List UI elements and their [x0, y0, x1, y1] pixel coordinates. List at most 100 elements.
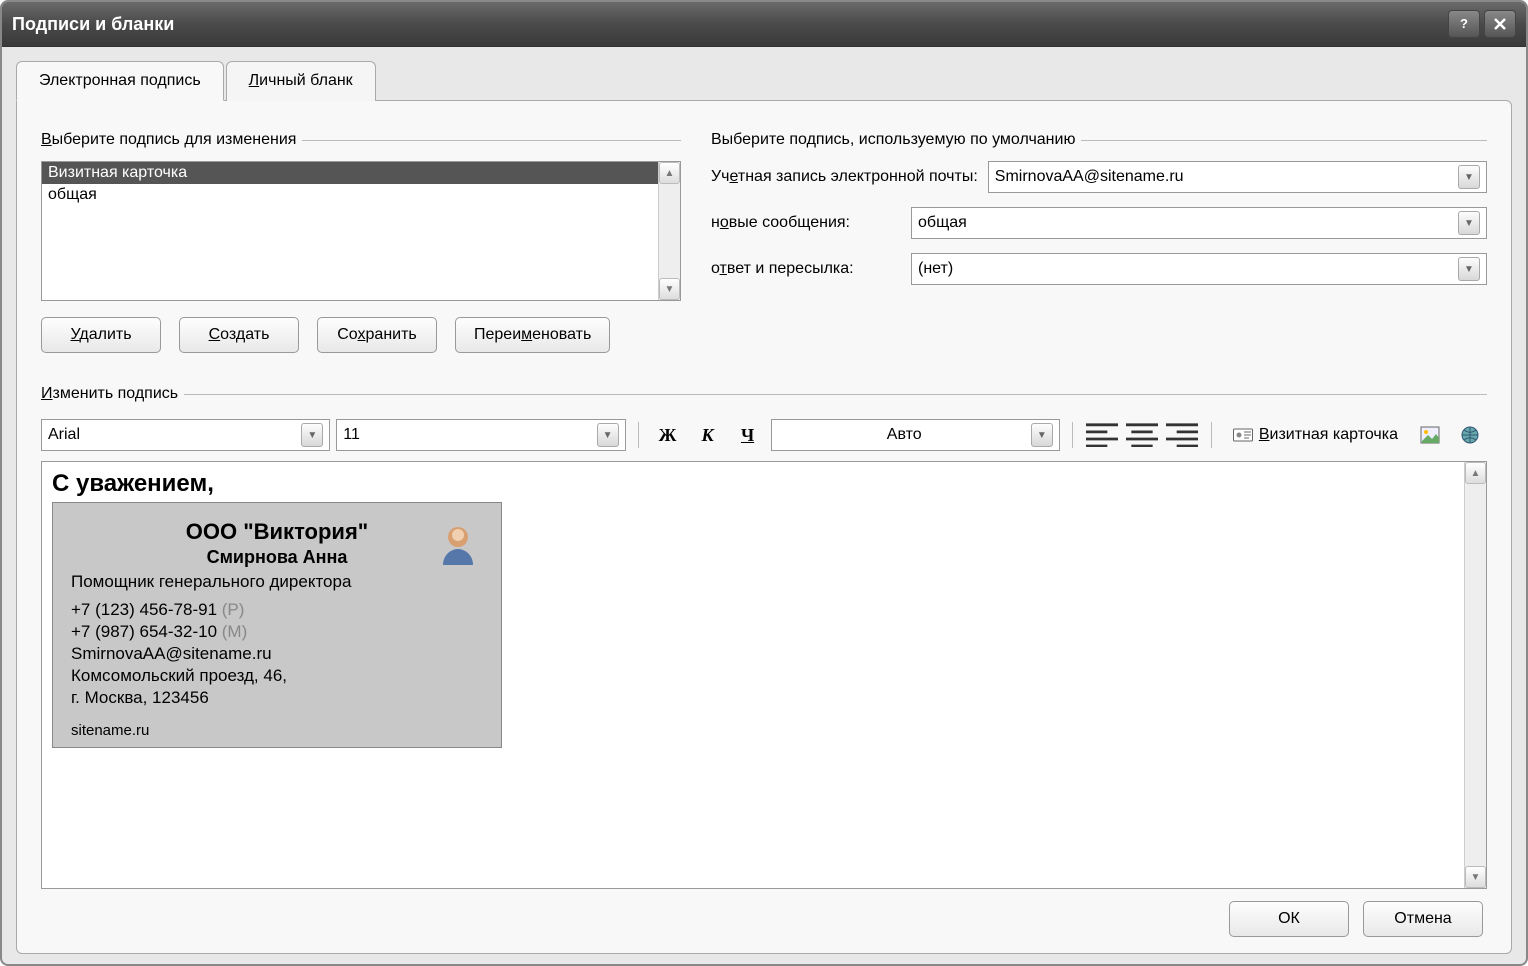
top-row: Выберите подпись для изменения Визитная …	[41, 121, 1487, 353]
picture-icon	[1420, 426, 1440, 444]
align-right-button[interactable]	[1165, 420, 1199, 450]
delete-button[interactable]: Удалить	[41, 317, 161, 353]
list-content: Визитная карточка общая	[42, 162, 658, 300]
window-title: Подписи и бланки	[12, 14, 174, 35]
scroll-track[interactable]	[1465, 484, 1486, 866]
create-button[interactable]: Создать	[179, 317, 299, 353]
card-person: Смирнова Анна	[71, 547, 483, 568]
cancel-button[interactable]: Отмена	[1363, 901, 1483, 937]
content: Электронная подпись Личный бланк Выберит…	[2, 47, 1526, 964]
list-item[interactable]: общая	[42, 184, 658, 206]
scroll-up-button[interactable]: ▲	[1465, 462, 1486, 484]
font-combo[interactable]: Arial ▼	[41, 419, 330, 451]
card-website: sitename.ru	[71, 722, 483, 739]
separator	[1072, 422, 1073, 448]
signature-select-group: Выберите подпись для изменения Визитная …	[41, 121, 681, 353]
card-email: SmirnovaAA@sitename.ru	[71, 644, 483, 664]
signature-buttons: Удалить Создать Сохранить Переименовать	[41, 317, 681, 353]
scroll-down-button[interactable]: ▼	[1465, 866, 1486, 888]
divider	[184, 394, 1487, 395]
edit-signature-group: Изменить подпись Arial ▼ 11 ▼ Ж К	[41, 375, 1487, 889]
card-phone-work: +7 (123) 456-78-91 (Р)	[71, 600, 483, 620]
help-button[interactable]: ?	[1448, 10, 1480, 38]
align-center-button[interactable]	[1125, 420, 1159, 450]
close-button[interactable]	[1484, 10, 1516, 38]
font-color-value: Авто	[778, 426, 1031, 444]
tab-signature-label: Электронная подпись	[39, 72, 201, 89]
card-company: ООО "Виктория"	[71, 519, 483, 545]
phone2-tag: (М)	[222, 622, 247, 641]
divider	[1081, 140, 1487, 141]
help-icon: ?	[1456, 16, 1472, 32]
default-signature-legend: Выберите подпись, используемую по умолча…	[711, 131, 1075, 149]
scroll-down-button[interactable]: ▼	[659, 278, 680, 300]
card-addr1: Комсомольский проезд, 46,	[71, 666, 483, 686]
insert-picture-button[interactable]	[1413, 420, 1447, 450]
business-card-button[interactable]: Визитная карточка	[1224, 420, 1407, 450]
font-size-combo[interactable]: 11 ▼	[336, 419, 625, 451]
account-value: SmirnovaAA@sitename.ru	[995, 168, 1458, 186]
tab-strip: Электронная подпись Личный бланк	[16, 61, 1512, 101]
align-left-icon	[1086, 423, 1118, 448]
chevron-down-icon: ▼	[1458, 257, 1480, 281]
tab-stationery-label: ичный бланк	[259, 72, 353, 89]
phone2: +7 (987) 654-32-10	[71, 622, 217, 641]
contact-icon	[435, 521, 481, 567]
chevron-down-icon: ▼	[597, 423, 619, 447]
format-toolbar: Arial ▼ 11 ▼ Ж К Ч Авто ▼	[41, 415, 1487, 461]
edit-signature-legend: Изменить подпись	[41, 385, 178, 403]
chevron-down-icon: ▼	[1031, 423, 1053, 447]
list-item[interactable]: Визитная карточка	[42, 162, 658, 184]
phone1: +7 (123) 456-78-91	[71, 600, 217, 619]
bold-button[interactable]: Ж	[651, 420, 685, 450]
scroll-up-button[interactable]: ▲	[659, 162, 680, 184]
ok-button[interactable]: ОК	[1229, 901, 1349, 937]
signature-listbox[interactable]: Визитная карточка общая ▲ ▼	[41, 161, 681, 301]
titlebar-buttons: ?	[1448, 10, 1516, 38]
default-signature-group: Выберите подпись, используемую по умолча…	[711, 121, 1487, 353]
align-left-button[interactable]	[1085, 420, 1119, 450]
font-value: Arial	[48, 426, 301, 444]
dialog-footer: ОК Отмена	[41, 889, 1487, 939]
insert-hyperlink-button[interactable]	[1453, 420, 1487, 450]
new-messages-combo[interactable]: общая ▼	[911, 207, 1487, 239]
business-card-label: Визитная карточка	[1259, 426, 1398, 444]
reply-forward-label: ответ и пересылка:	[711, 260, 901, 278]
reply-forward-value: (нет)	[918, 260, 1458, 278]
reply-forward-combo[interactable]: (нет) ▼	[911, 253, 1487, 285]
card-addr2: г. Москва, 123456	[71, 688, 483, 708]
chevron-down-icon: ▼	[1458, 211, 1480, 235]
business-card-preview: ООО "Виктория" Смирнова Анна Помощник ге…	[52, 502, 502, 748]
font-color-combo[interactable]: Авто ▼	[771, 419, 1060, 451]
editor-content: С уважением, ООО "Виктория" Смирнова Анн…	[42, 462, 1464, 888]
rename-button[interactable]: Переименовать	[455, 317, 610, 353]
font-size-value: 11	[343, 426, 596, 444]
dialog: Подписи и бланки ? Электронная подпись Л…	[0, 0, 1528, 966]
save-button[interactable]: Сохранить	[317, 317, 437, 353]
business-card-icon	[1233, 426, 1253, 444]
divider	[302, 140, 681, 141]
scrollbar[interactable]: ▲ ▼	[658, 162, 680, 300]
underline-button[interactable]: Ч	[731, 420, 765, 450]
signature-select-legend: Выберите подпись для изменения	[41, 131, 296, 149]
signature-editor[interactable]: С уважением, ООО "Виктория" Смирнова Анн…	[41, 461, 1487, 889]
separator	[1211, 422, 1212, 448]
svg-text:?: ?	[1460, 16, 1468, 31]
align-center-icon	[1126, 423, 1158, 448]
separator	[638, 422, 639, 448]
tab-signature[interactable]: Электронная подпись	[16, 61, 224, 101]
hyperlink-icon	[1460, 426, 1480, 444]
default-fields: Учетная запись электронной почты: Smirno…	[711, 161, 1487, 285]
editor-scrollbar[interactable]: ▲ ▼	[1464, 462, 1486, 888]
new-messages-value: общая	[918, 214, 1458, 232]
close-icon	[1492, 16, 1508, 32]
greeting-text: С уважением,	[52, 470, 1454, 498]
tab-stationery[interactable]: Личный бланк	[226, 61, 376, 101]
titlebar: Подписи и бланки ?	[2, 2, 1526, 47]
italic-button[interactable]: К	[691, 420, 725, 450]
tab-stationery-accel: Л	[249, 72, 260, 89]
panel: Выберите подпись для изменения Визитная …	[16, 100, 1512, 954]
chevron-down-icon: ▼	[301, 423, 323, 447]
account-combo[interactable]: SmirnovaAA@sitename.ru ▼	[988, 161, 1487, 193]
card-phone-mobile: +7 (987) 654-32-10 (М)	[71, 622, 483, 642]
